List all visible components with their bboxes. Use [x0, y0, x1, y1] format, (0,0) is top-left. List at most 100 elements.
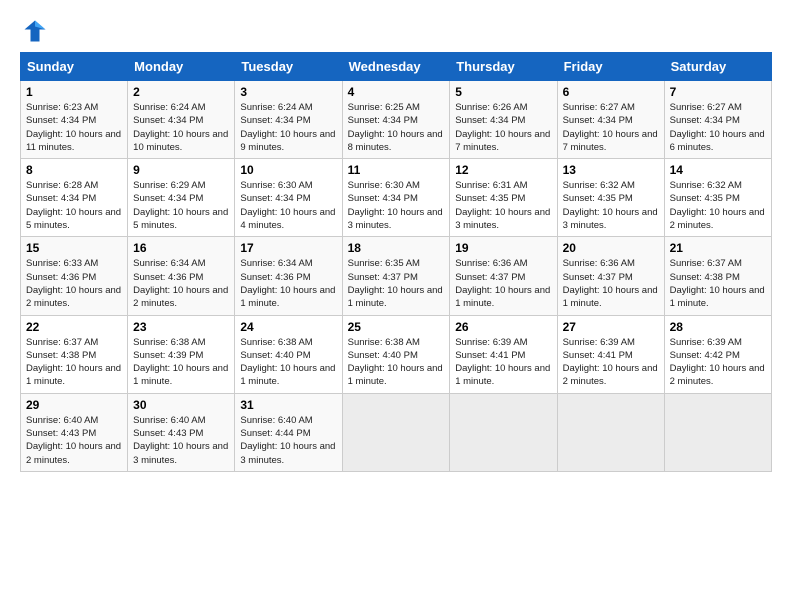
- day-number: 25: [348, 320, 445, 334]
- day-number: 27: [563, 320, 659, 334]
- calendar-cell: 10Sunrise: 6:30 AM Sunset: 4:34 PM Dayli…: [235, 159, 342, 237]
- day-number: 12: [455, 163, 551, 177]
- calendar-cell: 28Sunrise: 6:39 AM Sunset: 4:42 PM Dayli…: [664, 315, 771, 393]
- page-header: [20, 16, 772, 46]
- day-number: 1: [26, 85, 122, 99]
- header-day-tuesday: Tuesday: [235, 53, 342, 81]
- calendar-cell: 30 Sunrise: 6:40 AM Sunset: 4:43 PM Dayli…: [128, 393, 235, 471]
- calendar-cell: 6 Sunrise: 6:27 AM Sunset: 4:34 PM Daylig…: [557, 81, 664, 159]
- header-day-thursday: Thursday: [450, 53, 557, 81]
- day-info: Sunrise: 6:33 AM Sunset: 4:36 PM Dayligh…: [26, 257, 122, 310]
- calendar-cell: 14 Sunrise: 6:32 AM Sunset: 4:35 PM Dayli…: [664, 159, 771, 237]
- day-info: Sunrise: 6:27 AM Sunset: 4:34 PM Dayligh…: [670, 101, 766, 154]
- day-info: Sunrise: 6:35 AM Sunset: 4:37 PM Dayligh…: [348, 257, 445, 310]
- day-number: 5: [455, 85, 551, 99]
- day-number: 30: [133, 398, 229, 412]
- header-day-monday: Monday: [128, 53, 235, 81]
- day-number: 7: [670, 85, 766, 99]
- day-number: 17: [240, 241, 336, 255]
- calendar-cell: 23 Sunrise: 6:38 AM Sunset: 4:39 PM Dayli…: [128, 315, 235, 393]
- calendar-cell: 29 Sunrise: 6:40 AM Sunset: 4:43 PM Dayli…: [21, 393, 128, 471]
- day-info: Sunrise: 6:40 AM Sunset: 4:43 PM Dayligh…: [26, 414, 122, 467]
- calendar-cell: 1 Sunrise: 6:23 AM Sunset: 4:34 PM Daylig…: [21, 81, 128, 159]
- day-number: 2: [133, 85, 229, 99]
- day-number: 6: [563, 85, 659, 99]
- day-number: 14: [670, 163, 766, 177]
- calendar-cell: 7 Sunrise: 6:27 AM Sunset: 4:34 PM Daylig…: [664, 81, 771, 159]
- day-info: Sunrise: 6:40 AM Sunset: 4:43 PM Dayligh…: [133, 414, 229, 467]
- calendar-cell: 11Sunrise: 6:30 AM Sunset: 4:34 PM Dayli…: [342, 159, 450, 237]
- calendar-cell: 25 Sunrise: 6:38 AM Sunset: 4:40 PM Dayli…: [342, 315, 450, 393]
- calendar-cell: 4 Sunrise: 6:25 AM Sunset: 4:34 PM Daylig…: [342, 81, 450, 159]
- day-info: Sunrise: 6:39 AM Sunset: 4:41 PM Dayligh…: [455, 336, 551, 389]
- calendar-week-row: 1 Sunrise: 6:23 AM Sunset: 4:34 PM Daylig…: [21, 81, 772, 159]
- header-day-sunday: Sunday: [21, 53, 128, 81]
- calendar-cell: 3Sunrise: 6:24 AM Sunset: 4:34 PM Daylig…: [235, 81, 342, 159]
- day-info: Sunrise: 6:39 AM Sunset: 4:41 PM Dayligh…: [563, 336, 659, 389]
- day-info: Sunrise: 6:23 AM Sunset: 4:34 PM Dayligh…: [26, 101, 122, 154]
- calendar-cell: 21 Sunrise: 6:37 AM Sunset: 4:38 PM Dayli…: [664, 237, 771, 315]
- day-number: 23: [133, 320, 229, 334]
- calendar-week-row: 29 Sunrise: 6:40 AM Sunset: 4:43 PM Dayli…: [21, 393, 772, 471]
- day-number: 9: [133, 163, 229, 177]
- day-info: Sunrise: 6:38 AM Sunset: 4:39 PM Dayligh…: [133, 336, 229, 389]
- day-info: Sunrise: 6:26 AM Sunset: 4:34 PM Dayligh…: [455, 101, 551, 154]
- day-info: Sunrise: 6:36 AM Sunset: 4:37 PM Dayligh…: [455, 257, 551, 310]
- calendar-week-row: 15Sunrise: 6:33 AM Sunset: 4:36 PM Dayli…: [21, 237, 772, 315]
- day-info: Sunrise: 6:38 AM Sunset: 4:40 PM Dayligh…: [240, 336, 336, 389]
- calendar-cell: 9 Sunrise: 6:29 AM Sunset: 4:34 PM Daylig…: [128, 159, 235, 237]
- day-info: Sunrise: 6:24 AM Sunset: 4:34 PM Dayligh…: [240, 101, 336, 154]
- header-day-friday: Friday: [557, 53, 664, 81]
- calendar-table: SundayMondayTuesdayWednesdayThursdayFrid…: [20, 52, 772, 472]
- day-number: 10: [240, 163, 336, 177]
- day-info: Sunrise: 6:38 AM Sunset: 4:40 PM Dayligh…: [348, 336, 445, 389]
- calendar-cell: 15Sunrise: 6:33 AM Sunset: 4:36 PM Dayli…: [21, 237, 128, 315]
- day-info: Sunrise: 6:34 AM Sunset: 4:36 PM Dayligh…: [240, 257, 336, 310]
- day-info: Sunrise: 6:25 AM Sunset: 4:34 PM Dayligh…: [348, 101, 445, 154]
- day-info: Sunrise: 6:31 AM Sunset: 4:35 PM Dayligh…: [455, 179, 551, 232]
- day-info: Sunrise: 6:32 AM Sunset: 4:35 PM Dayligh…: [670, 179, 766, 232]
- header-day-wednesday: Wednesday: [342, 53, 450, 81]
- day-info: Sunrise: 6:37 AM Sunset: 4:38 PM Dayligh…: [26, 336, 122, 389]
- day-info: Sunrise: 6:29 AM Sunset: 4:34 PM Dayligh…: [133, 179, 229, 232]
- calendar-header-row: SundayMondayTuesdayWednesdayThursdayFrid…: [21, 53, 772, 81]
- day-number: 4: [348, 85, 445, 99]
- day-number: 16: [133, 241, 229, 255]
- calendar-cell: 22 Sunrise: 6:37 AM Sunset: 4:38 PM Dayli…: [21, 315, 128, 393]
- day-number: 21: [670, 241, 766, 255]
- day-number: 31: [240, 398, 336, 412]
- calendar-cell: [557, 393, 664, 471]
- calendar-cell: 16 Sunrise: 6:34 AM Sunset: 4:36 PM Dayli…: [128, 237, 235, 315]
- day-number: 22: [26, 320, 122, 334]
- calendar-cell: [664, 393, 771, 471]
- day-number: 20: [563, 241, 659, 255]
- calendar-cell: 20Sunrise: 6:36 AM Sunset: 4:37 PM Dayli…: [557, 237, 664, 315]
- calendar-cell: 13 Sunrise: 6:32 AM Sunset: 4:35 PM Dayli…: [557, 159, 664, 237]
- calendar-cell: [342, 393, 450, 471]
- calendar-cell: 19 Sunrise: 6:36 AM Sunset: 4:37 PM Dayli…: [450, 237, 557, 315]
- day-info: Sunrise: 6:32 AM Sunset: 4:35 PM Dayligh…: [563, 179, 659, 232]
- day-info: Sunrise: 6:37 AM Sunset: 4:38 PM Dayligh…: [670, 257, 766, 310]
- day-number: 19: [455, 241, 551, 255]
- calendar-cell: [450, 393, 557, 471]
- day-info: Sunrise: 6:39 AM Sunset: 4:42 PM Dayligh…: [670, 336, 766, 389]
- calendar-cell: 8 Sunrise: 6:28 AM Sunset: 4:34 PM Daylig…: [21, 159, 128, 237]
- day-info: Sunrise: 6:30 AM Sunset: 4:34 PM Dayligh…: [348, 179, 445, 232]
- calendar-cell: 17 Sunrise: 6:34 AM Sunset: 4:36 PM Dayli…: [235, 237, 342, 315]
- calendar-cell: 12 Sunrise: 6:31 AM Sunset: 4:35 PM Dayli…: [450, 159, 557, 237]
- calendar-cell: 24Sunrise: 6:38 AM Sunset: 4:40 PM Dayli…: [235, 315, 342, 393]
- logo-bird-icon: [20, 16, 50, 46]
- day-info: Sunrise: 6:34 AM Sunset: 4:36 PM Dayligh…: [133, 257, 229, 310]
- day-number: 29: [26, 398, 122, 412]
- day-info: Sunrise: 6:27 AM Sunset: 4:34 PM Dayligh…: [563, 101, 659, 154]
- day-info: Sunrise: 6:28 AM Sunset: 4:34 PM Dayligh…: [26, 179, 122, 232]
- calendar-cell: 18Sunrise: 6:35 AM Sunset: 4:37 PM Dayli…: [342, 237, 450, 315]
- day-info: Sunrise: 6:24 AM Sunset: 4:34 PM Dayligh…: [133, 101, 229, 154]
- header-day-saturday: Saturday: [664, 53, 771, 81]
- day-number: 13: [563, 163, 659, 177]
- calendar-cell: 2 Sunrise: 6:24 AM Sunset: 4:34 PM Daylig…: [128, 81, 235, 159]
- calendar-cell: 27 Sunrise: 6:39 AM Sunset: 4:41 PM Dayli…: [557, 315, 664, 393]
- day-info: Sunrise: 6:40 AM Sunset: 4:44 PM Dayligh…: [240, 414, 336, 467]
- day-number: 8: [26, 163, 122, 177]
- logo: [20, 16, 54, 46]
